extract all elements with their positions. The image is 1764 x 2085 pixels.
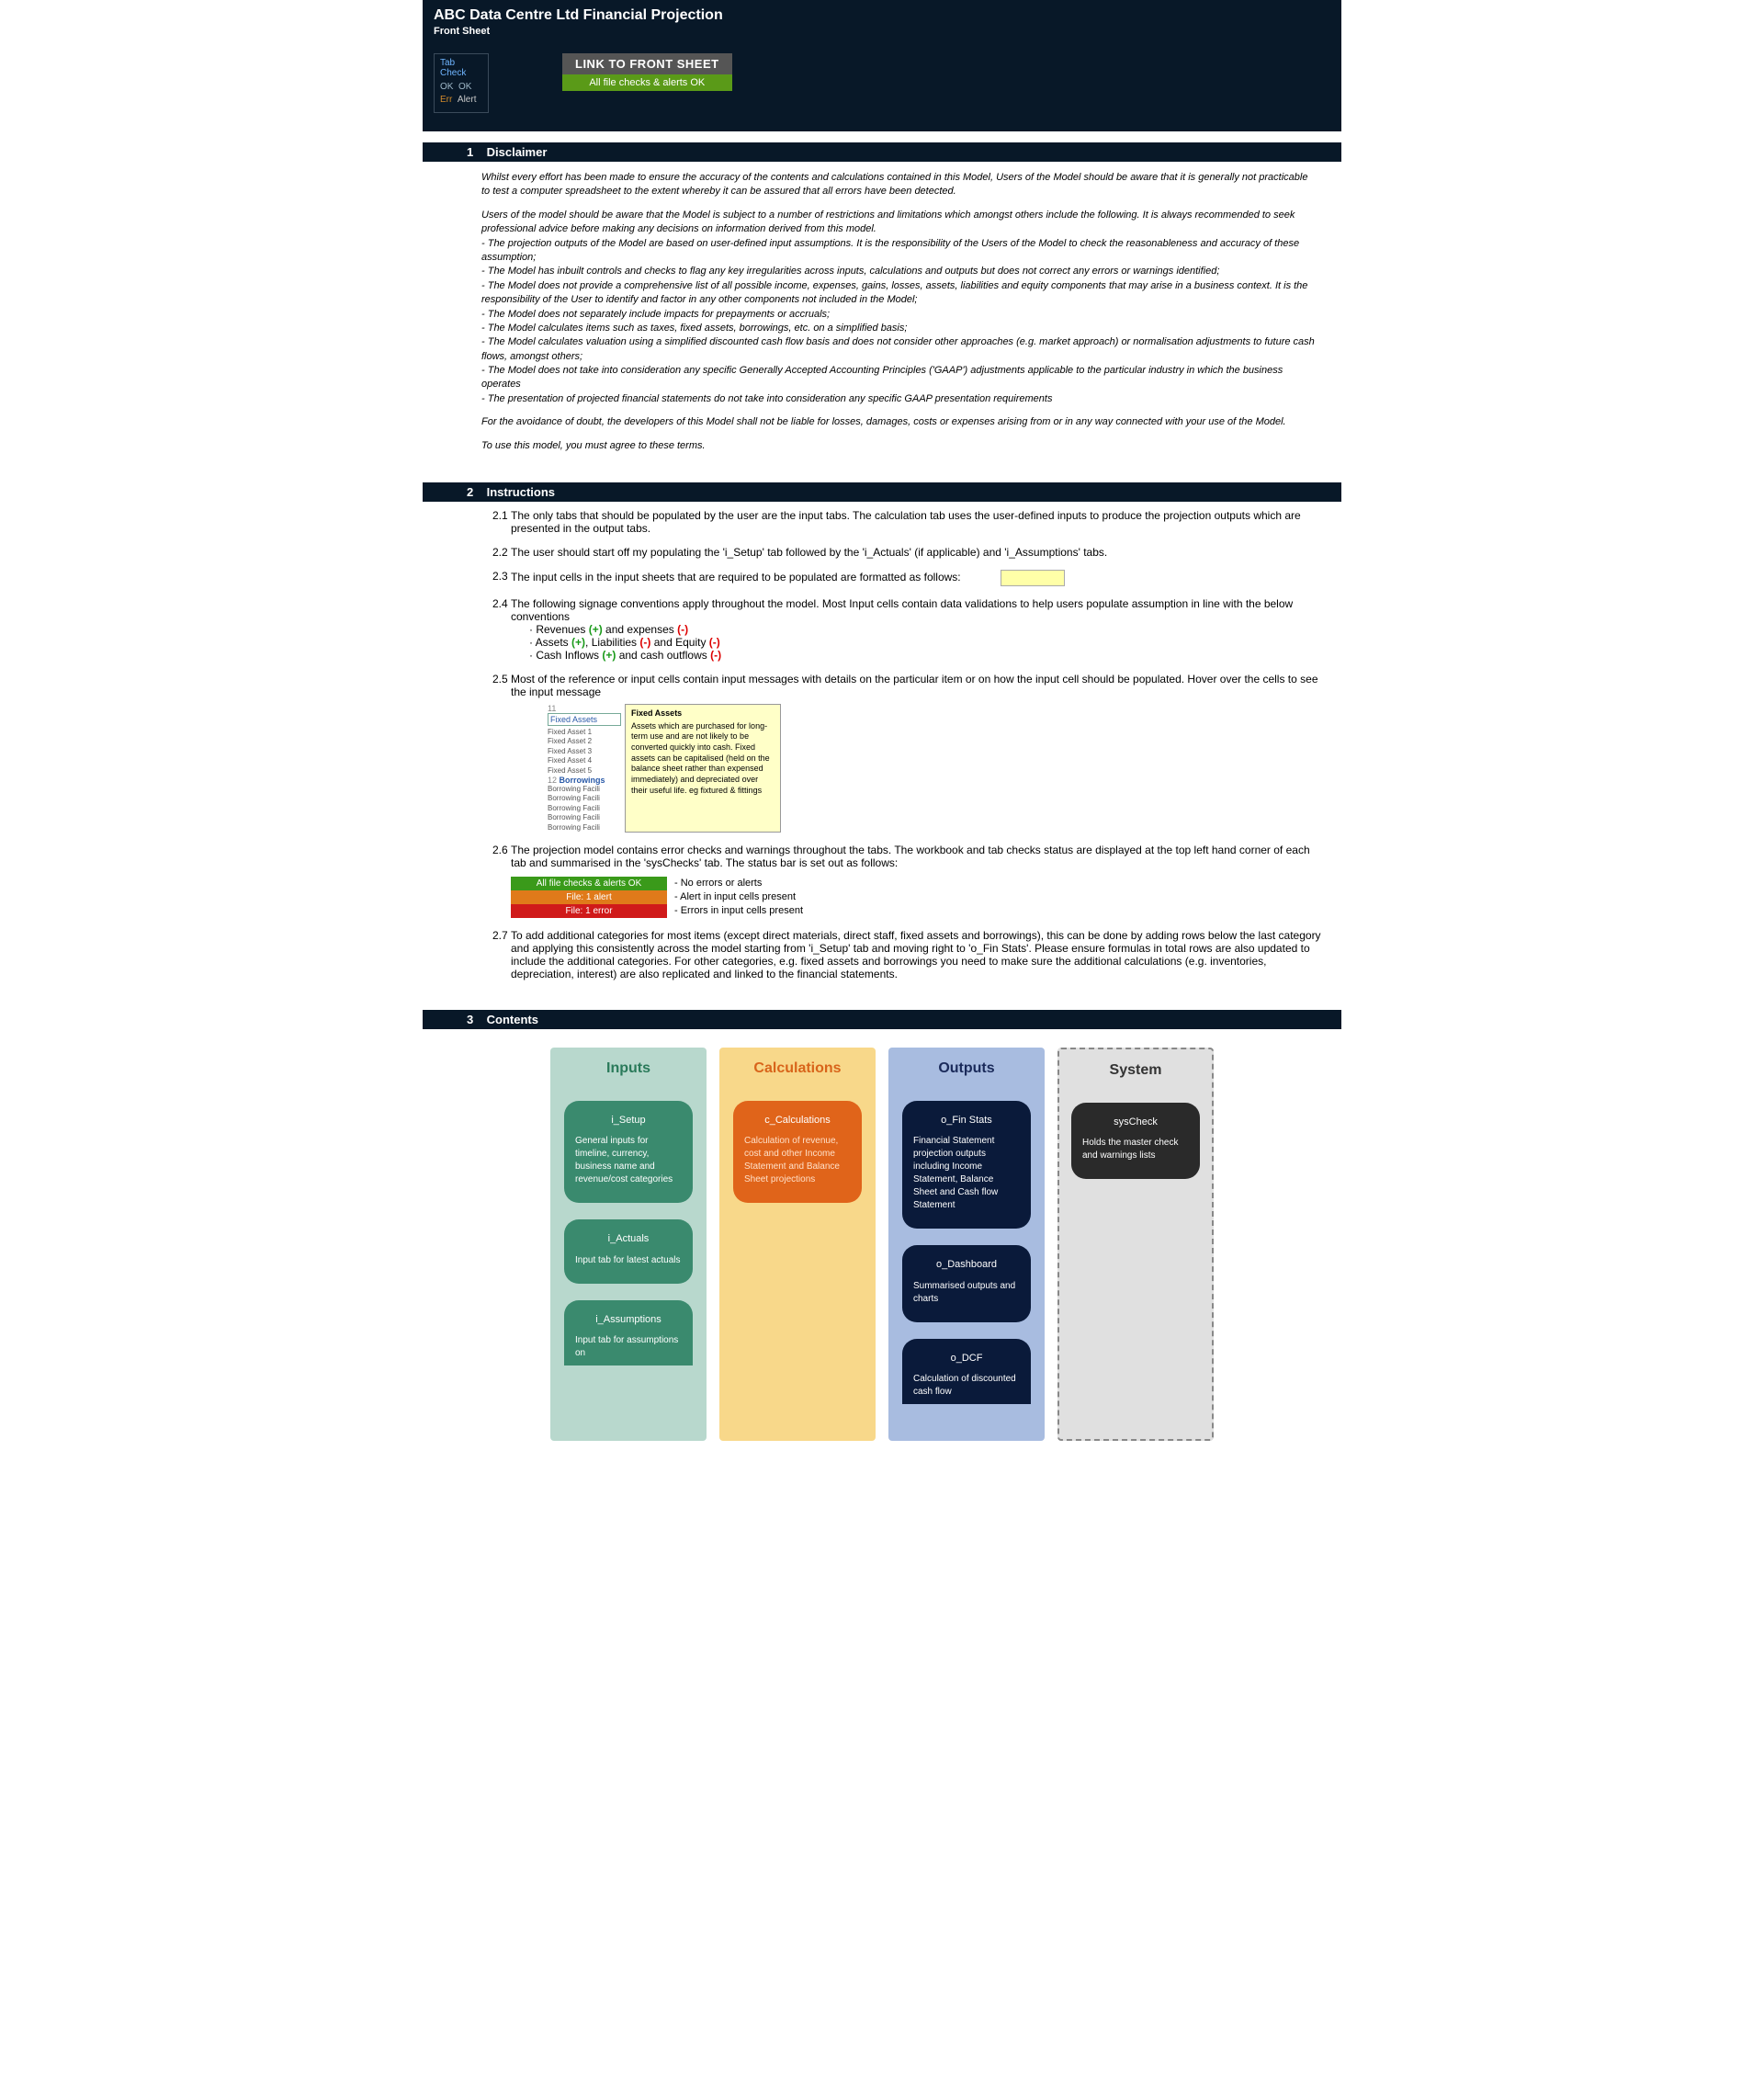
- outputs-title: Outputs: [938, 1060, 994, 1077]
- tab-check-err: Err: [440, 95, 452, 105]
- instr-text: The input cells in the input sheets that…: [511, 570, 1323, 586]
- instr-num: 2.4: [441, 597, 492, 662]
- card-i-setup[interactable]: i_Setup General inputs for timeline, cur…: [564, 1101, 693, 1203]
- tab-check-ok1: OK: [440, 82, 453, 92]
- tooltip-demo: 11 Fixed Assets Fixed Asset 1 Fixed Asse…: [548, 704, 796, 833]
- tab-check-ok2: OK: [458, 82, 471, 92]
- contents-grid: Inputs i_Setup General inputs for timeli…: [423, 1029, 1341, 1478]
- card-o-fin-stats[interactable]: o_Fin Stats Financial Statement projecti…: [902, 1101, 1031, 1229]
- tab-check-label: Tab Check: [440, 58, 482, 78]
- card-syscheck[interactable]: sysCheck Holds the master check and warn…: [1071, 1103, 1200, 1179]
- tab-check-box: Tab Check OK OK Err Alert: [434, 53, 489, 113]
- section-number: 2: [467, 485, 483, 499]
- instructions-body: 2.1 The only tabs that should be populat…: [423, 502, 1341, 999]
- status-red: File: 1 error: [511, 904, 667, 918]
- instr-num: 2.6: [441, 844, 492, 918]
- section-disclaimer-bar: 1 Disclaimer: [423, 142, 1341, 162]
- section-instructions-bar: 2 Instructions: [423, 482, 1341, 502]
- calculations-column: Calculations c_Calculations Calculation …: [719, 1048, 876, 1441]
- outputs-column: Outputs o_Fin Stats Financial Statement …: [888, 1048, 1045, 1441]
- disclaimer-p2: Users of the model should be aware that …: [481, 209, 1316, 406]
- section-number: 3: [467, 1013, 483, 1026]
- section-number: 1: [467, 145, 483, 159]
- status-orange: File: 1 alert: [511, 890, 667, 904]
- section-contents-bar: 3 Contents: [423, 1010, 1341, 1029]
- inputs-title: Inputs: [606, 1060, 650, 1077]
- instr-num: 2.5: [441, 673, 492, 833]
- status-bar-demo: All file checks & alerts OK- No errors o…: [511, 877, 1323, 918]
- card-i-actuals[interactable]: i_Actuals Input tab for latest actuals: [564, 1219, 693, 1283]
- card-o-dcf[interactable]: o_DCF Calculation of discounted cash flo…: [902, 1339, 1031, 1404]
- status-green: All file checks & alerts OK: [511, 877, 667, 890]
- card-i-assumptions[interactable]: i_Assumptions Input tab for assumptions …: [564, 1300, 693, 1365]
- disclaimer-p4: To use this model, you must agree to the…: [481, 439, 1316, 453]
- instr-text: The projection model contains error chec…: [511, 844, 1323, 918]
- input-cell-sample: [1001, 570, 1065, 586]
- system-column: System sysCheck Holds the master check a…: [1057, 1048, 1214, 1441]
- instr-text: Most of the reference or input cells con…: [511, 673, 1323, 833]
- instr-num: 2.1: [441, 509, 492, 535]
- section-title: Instructions: [487, 485, 555, 499]
- card-o-dashboard[interactable]: o_Dashboard Summarised outputs and chart…: [902, 1245, 1031, 1321]
- disclaimer-p1: Whilst every effort has been made to ens…: [481, 171, 1316, 199]
- disclaimer-p3: For the avoidance of doubt, the develope…: [481, 415, 1316, 429]
- instr-text: The following signage conventions apply …: [511, 597, 1323, 662]
- instr-num: 2.3: [441, 570, 492, 586]
- instr-text: The user should start off my populating …: [511, 546, 1323, 559]
- instr-num: 2.7: [441, 929, 492, 980]
- instr-text: To add additional categories for most it…: [511, 929, 1323, 980]
- header: ABC Data Centre Ltd Financial Projection…: [423, 0, 1341, 131]
- page-subtitle: Front Sheet: [434, 26, 1330, 37]
- link-to-front-sheet-button[interactable]: LINK TO FRONT SHEET: [562, 53, 732, 74]
- disclaimer-body: Whilst every effort has been made to ens…: [423, 162, 1341, 471]
- section-title: Disclaimer: [487, 145, 548, 159]
- inputs-column: Inputs i_Setup General inputs for timeli…: [550, 1048, 707, 1441]
- link-box: LINK TO FRONT SHEET All file checks & al…: [562, 53, 732, 91]
- card-c-calculations[interactable]: c_Calculations Calculation of revenue, c…: [733, 1101, 862, 1203]
- file-checks-status: All file checks & alerts OK: [562, 74, 732, 91]
- section-title: Contents: [487, 1013, 538, 1026]
- tab-check-alert: Alert: [458, 95, 477, 105]
- instr-text: The only tabs that should be populated b…: [511, 509, 1323, 535]
- instr-num: 2.2: [441, 546, 492, 559]
- system-title: System: [1110, 1062, 1162, 1079]
- calcs-title: Calculations: [753, 1060, 841, 1077]
- page-title: ABC Data Centre Ltd Financial Projection: [434, 7, 1330, 24]
